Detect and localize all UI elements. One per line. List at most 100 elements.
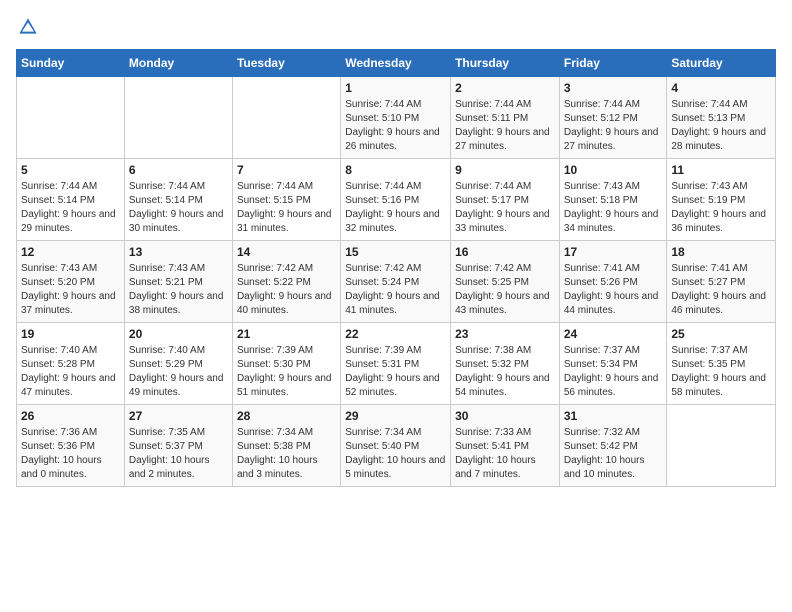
day-info: Sunrise: 7:41 AM Sunset: 5:27 PM Dayligh… xyxy=(671,262,771,318)
day-info: Sunrise: 7:44 AM Sunset: 5:10 PM Dayligh… xyxy=(345,98,446,154)
calendar-cell: 13 Sunrise: 7:43 AM Sunset: 5:21 PM Dayli… xyxy=(124,241,232,323)
day-number: 15 xyxy=(345,245,446,259)
calendar-cell xyxy=(17,77,125,159)
calendar-week-row: 12 Sunrise: 7:43 AM Sunset: 5:20 PM Dayli… xyxy=(17,241,776,323)
day-number: 12 xyxy=(21,245,120,259)
day-info: Sunrise: 7:43 AM Sunset: 5:18 PM Dayligh… xyxy=(564,180,663,236)
calendar-cell xyxy=(232,77,340,159)
day-info: Sunrise: 7:43 AM Sunset: 5:20 PM Dayligh… xyxy=(21,262,120,318)
calendar-cell: 18 Sunrise: 7:41 AM Sunset: 5:27 PM Dayli… xyxy=(667,241,776,323)
day-number: 9 xyxy=(455,163,555,177)
calendar-cell: 25 Sunrise: 7:37 AM Sunset: 5:35 PM Dayli… xyxy=(667,323,776,405)
calendar-cell: 21 Sunrise: 7:39 AM Sunset: 5:30 PM Dayli… xyxy=(232,323,340,405)
day-info: Sunrise: 7:32 AM Sunset: 5:42 PM Dayligh… xyxy=(564,426,663,482)
day-info: Sunrise: 7:33 AM Sunset: 5:41 PM Dayligh… xyxy=(455,426,555,482)
day-number: 5 xyxy=(21,163,120,177)
day-info: Sunrise: 7:43 AM Sunset: 5:19 PM Dayligh… xyxy=(671,180,771,236)
calendar-cell: 19 Sunrise: 7:40 AM Sunset: 5:28 PM Dayli… xyxy=(17,323,125,405)
day-number: 1 xyxy=(345,81,446,95)
day-info: Sunrise: 7:44 AM Sunset: 5:17 PM Dayligh… xyxy=(455,180,555,236)
day-info: Sunrise: 7:44 AM Sunset: 5:11 PM Dayligh… xyxy=(455,98,555,154)
calendar-cell: 7Sunrise: 7:44 AM Sunset: 5:15 PM Daylig… xyxy=(232,159,340,241)
calendar-table: SundayMondayTuesdayWednesdayThursdayFrid… xyxy=(16,49,776,487)
day-info: Sunrise: 7:44 AM Sunset: 5:12 PM Dayligh… xyxy=(564,98,663,154)
day-number: 23 xyxy=(455,327,555,341)
day-number: 24 xyxy=(564,327,663,341)
calendar-cell: 28Sunrise: 7:34 AM Sunset: 5:38 PM Dayli… xyxy=(232,405,340,487)
day-number: 20 xyxy=(129,327,228,341)
day-number: 16 xyxy=(455,245,555,259)
day-number: 26 xyxy=(21,409,120,423)
day-info: Sunrise: 7:37 AM Sunset: 5:34 PM Dayligh… xyxy=(564,344,663,400)
calendar-cell: 27Sunrise: 7:35 AM Sunset: 5:37 PM Dayli… xyxy=(124,405,232,487)
day-info: Sunrise: 7:44 AM Sunset: 5:14 PM Dayligh… xyxy=(129,180,228,236)
day-number: 6 xyxy=(129,163,228,177)
calendar-cell: 24 Sunrise: 7:37 AM Sunset: 5:34 PM Dayli… xyxy=(559,323,667,405)
day-header-monday: Monday xyxy=(124,50,232,77)
day-number: 19 xyxy=(21,327,120,341)
day-info: Sunrise: 7:44 AM Sunset: 5:14 PM Dayligh… xyxy=(21,180,120,236)
day-header-tuesday: Tuesday xyxy=(232,50,340,77)
day-info: Sunrise: 7:42 AM Sunset: 5:22 PM Dayligh… xyxy=(237,262,336,318)
calendar-cell: 3Sunrise: 7:44 AM Sunset: 5:12 PM Daylig… xyxy=(559,77,667,159)
day-number: 13 xyxy=(129,245,228,259)
day-info: Sunrise: 7:44 AM Sunset: 5:16 PM Dayligh… xyxy=(345,180,446,236)
day-info: Sunrise: 7:41 AM Sunset: 5:26 PM Dayligh… xyxy=(564,262,663,318)
day-number: 11 xyxy=(671,163,771,177)
calendar-cell: 16Sunrise: 7:42 AM Sunset: 5:25 PM Dayli… xyxy=(451,241,560,323)
calendar-cell: 15 Sunrise: 7:42 AM Sunset: 5:24 PM Dayli… xyxy=(341,241,451,323)
calendar-cell: 2 Sunrise: 7:44 AM Sunset: 5:11 PM Daylig… xyxy=(451,77,560,159)
day-info: Sunrise: 7:35 AM Sunset: 5:37 PM Dayligh… xyxy=(129,426,228,482)
day-info: Sunrise: 7:40 AM Sunset: 5:28 PM Dayligh… xyxy=(21,344,120,400)
day-header-sunday: Sunday xyxy=(17,50,125,77)
day-number: 8 xyxy=(345,163,446,177)
calendar-cell: 20Sunrise: 7:40 AM Sunset: 5:29 PM Dayli… xyxy=(124,323,232,405)
calendar-week-row: 19 Sunrise: 7:40 AM Sunset: 5:28 PM Dayli… xyxy=(17,323,776,405)
logo xyxy=(16,16,40,37)
day-number: 29 xyxy=(345,409,446,423)
day-info: Sunrise: 7:36 AM Sunset: 5:36 PM Dayligh… xyxy=(21,426,120,482)
day-number: 18 xyxy=(671,245,771,259)
day-number: 30 xyxy=(455,409,555,423)
calendar-cell: 29 Sunrise: 7:34 AM Sunset: 5:40 PM Dayli… xyxy=(341,405,451,487)
day-number: 21 xyxy=(237,327,336,341)
day-number: 14 xyxy=(237,245,336,259)
calendar-cell: 9 Sunrise: 7:44 AM Sunset: 5:17 PM Daylig… xyxy=(451,159,560,241)
calendar-week-row: 5 Sunrise: 7:44 AM Sunset: 5:14 PM Daylig… xyxy=(17,159,776,241)
calendar-cell: 22Sunrise: 7:39 AM Sunset: 5:31 PM Dayli… xyxy=(341,323,451,405)
day-info: Sunrise: 7:44 AM Sunset: 5:13 PM Dayligh… xyxy=(671,98,771,154)
calendar-header-row: SundayMondayTuesdayWednesdayThursdayFrid… xyxy=(17,50,776,77)
calendar-cell: 17 Sunrise: 7:41 AM Sunset: 5:26 PM Dayli… xyxy=(559,241,667,323)
calendar-cell: 23 Sunrise: 7:38 AM Sunset: 5:32 PM Dayli… xyxy=(451,323,560,405)
day-header-friday: Friday xyxy=(559,50,667,77)
calendar-week-row: 1 Sunrise: 7:44 AM Sunset: 5:10 PM Daylig… xyxy=(17,77,776,159)
day-info: Sunrise: 7:38 AM Sunset: 5:32 PM Dayligh… xyxy=(455,344,555,400)
day-info: Sunrise: 7:43 AM Sunset: 5:21 PM Dayligh… xyxy=(129,262,228,318)
day-info: Sunrise: 7:42 AM Sunset: 5:24 PM Dayligh… xyxy=(345,262,446,318)
day-number: 2 xyxy=(455,81,555,95)
day-number: 22 xyxy=(345,327,446,341)
day-number: 25 xyxy=(671,327,771,341)
day-number: 7 xyxy=(237,163,336,177)
day-header-wednesday: Wednesday xyxy=(341,50,451,77)
day-info: Sunrise: 7:39 AM Sunset: 5:30 PM Dayligh… xyxy=(237,344,336,400)
day-number: 31 xyxy=(564,409,663,423)
logo-icon xyxy=(18,17,38,37)
calendar-cell: 11 Sunrise: 7:43 AM Sunset: 5:19 PM Dayli… xyxy=(667,159,776,241)
day-number: 10 xyxy=(564,163,663,177)
calendar-cell: 31 Sunrise: 7:32 AM Sunset: 5:42 PM Dayli… xyxy=(559,405,667,487)
day-header-thursday: Thursday xyxy=(451,50,560,77)
calendar-cell: 5 Sunrise: 7:44 AM Sunset: 5:14 PM Daylig… xyxy=(17,159,125,241)
calendar-cell: 6 Sunrise: 7:44 AM Sunset: 5:14 PM Daylig… xyxy=(124,159,232,241)
calendar-cell: 30 Sunrise: 7:33 AM Sunset: 5:41 PM Dayli… xyxy=(451,405,560,487)
day-info: Sunrise: 7:34 AM Sunset: 5:38 PM Dayligh… xyxy=(237,426,336,482)
calendar-cell xyxy=(124,77,232,159)
calendar-cell: 14 Sunrise: 7:42 AM Sunset: 5:22 PM Dayli… xyxy=(232,241,340,323)
calendar-cell: 8 Sunrise: 7:44 AM Sunset: 5:16 PM Daylig… xyxy=(341,159,451,241)
day-info: Sunrise: 7:34 AM Sunset: 5:40 PM Dayligh… xyxy=(345,426,446,482)
calendar-week-row: 26 Sunrise: 7:36 AM Sunset: 5:36 PM Dayli… xyxy=(17,405,776,487)
day-number: 17 xyxy=(564,245,663,259)
day-info: Sunrise: 7:37 AM Sunset: 5:35 PM Dayligh… xyxy=(671,344,771,400)
page-header xyxy=(16,16,776,37)
calendar-cell: 10 Sunrise: 7:43 AM Sunset: 5:18 PM Dayli… xyxy=(559,159,667,241)
